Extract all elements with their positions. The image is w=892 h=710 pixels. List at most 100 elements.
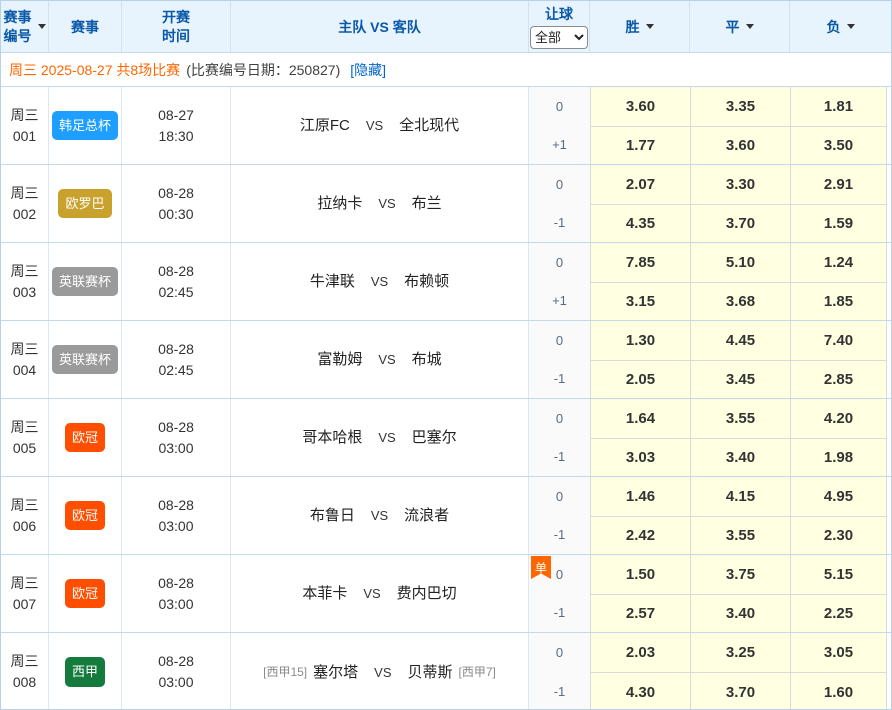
odds-lose-row1[interactable]: 1.81	[790, 87, 887, 126]
handicap-value: 0	[556, 645, 563, 660]
odds-draw-row1[interactable]: 3.30	[690, 165, 790, 204]
odds-draw-row2[interactable]: 3.40	[690, 594, 790, 633]
odds-lose-row2[interactable]: 2.25	[790, 594, 887, 633]
column-header-win[interactable]: 胜	[590, 1, 690, 52]
teams-cell: 拉纳卡 VS 布兰	[231, 165, 529, 242]
odds-win-row2[interactable]: 2.05	[590, 360, 690, 399]
odds-lose-row1[interactable]: 5.15	[790, 555, 887, 594]
column-header-lose[interactable]: 负	[790, 1, 891, 52]
column-header-league: 赛事	[49, 1, 122, 52]
odds-lose-row1[interactable]: 4.95	[790, 477, 887, 516]
match-number: 008	[13, 672, 36, 693]
handicap-value: 0	[556, 411, 563, 426]
odds-win-row2[interactable]: 3.15	[590, 282, 690, 321]
odds-draw-row2[interactable]: 3.68	[690, 282, 790, 321]
handicap-cell-row2: -1	[529, 438, 590, 477]
handicap-value: -1	[554, 371, 566, 386]
odds-draw-row1[interactable]: 3.75	[690, 555, 790, 594]
odds-win-row1[interactable]: 1.64	[590, 399, 690, 438]
home-team: 塞尔塔	[313, 665, 358, 680]
time-header-label: 开赛 时间	[162, 8, 190, 46]
odds-draw-row1[interactable]: 3.55	[690, 399, 790, 438]
column-header-draw[interactable]: 平	[690, 1, 790, 52]
odds-lose-row1[interactable]: 3.05	[790, 633, 887, 672]
match-id-cell: 周三 003	[1, 243, 49, 320]
odds-draw-row1[interactable]: 3.35	[690, 87, 790, 126]
handicap-cell-row1: 单 0	[529, 555, 590, 594]
odds-win-row2[interactable]: 4.30	[590, 672, 690, 710]
odds-lose-row2[interactable]: 3.50	[790, 126, 887, 165]
odds-draw-row1[interactable]: 4.15	[690, 477, 790, 516]
day-group-meta-text: (比赛编号日期：250827)	[186, 60, 340, 80]
match-weekday: 周三	[11, 495, 39, 516]
win-sort-arrow-icon[interactable]	[646, 24, 654, 29]
handicap-header-label: 让球	[545, 4, 573, 24]
odds-draw-row2[interactable]: 3.60	[690, 126, 790, 165]
match-row: 周三 002 欧罗巴 08-28 00:30 拉纳卡 VS 布兰 0 -1 2.…	[1, 165, 891, 243]
odds-lose-row2[interactable]: 2.30	[790, 516, 887, 555]
odds-lose-row2[interactable]: 1.85	[790, 282, 887, 321]
odds-draw-row2[interactable]: 3.55	[690, 516, 790, 555]
odds-draw-row2[interactable]: 3.70	[690, 204, 790, 243]
lose-sort-arrow-icon[interactable]	[847, 24, 855, 29]
odds-win-row2[interactable]: 2.57	[590, 594, 690, 633]
odds-win-row1[interactable]: 1.50	[590, 555, 690, 594]
kickoff-cell: 08-28 03:00	[122, 633, 231, 710]
column-header-match-number[interactable]: 赛事 编号	[1, 1, 49, 52]
handicap-value: 0	[556, 333, 563, 348]
odds-win-row1[interactable]: 3.60	[590, 87, 690, 126]
away-team: 布赖顿	[404, 274, 449, 289]
odds-win-row2[interactable]: 2.42	[590, 516, 690, 555]
odds-win-row1[interactable]: 1.46	[590, 477, 690, 516]
draw-sort-arrow-icon[interactable]	[746, 24, 754, 29]
handicap-value: -1	[554, 215, 566, 230]
column-header-teams: 主队 VS 客队	[231, 1, 529, 52]
match-time: 03:00	[158, 672, 193, 693]
odds-draw-row2[interactable]: 3.40	[690, 438, 790, 477]
odds-win-row2[interactable]: 1.77	[590, 126, 690, 165]
odds-draw-row2[interactable]: 3.45	[690, 360, 790, 399]
odds-lose-row2[interactable]: 2.85	[790, 360, 887, 399]
odds-win-row1[interactable]: 7.85	[590, 243, 690, 282]
home-team: 布鲁日	[310, 508, 355, 523]
match-number-header-label: 赛事 编号	[4, 8, 32, 46]
odds-lose-row1[interactable]: 4.20	[790, 399, 887, 438]
odds-lose-row1[interactable]: 2.91	[790, 165, 887, 204]
match-number: 002	[13, 204, 36, 225]
odds-lose-row2[interactable]: 1.98	[790, 438, 887, 477]
odds-win-row1[interactable]: 2.07	[590, 165, 690, 204]
handicap-value: +1	[552, 137, 567, 152]
league-badge: 欧罗巴	[58, 189, 111, 219]
odds-win-row1[interactable]: 1.30	[590, 321, 690, 360]
odds-lose-row2[interactable]: 1.60	[790, 672, 887, 710]
win-header-label: 胜	[626, 17, 640, 37]
match-row: 周三 004 英联赛杯 08-28 02:45 富勒姆 VS 布城 0 -1 1…	[1, 321, 891, 399]
match-number: 007	[13, 594, 36, 615]
odds-win-row2[interactable]: 3.03	[590, 438, 690, 477]
vs-label: VS	[378, 431, 395, 444]
odds-win-row2[interactable]: 4.35	[590, 204, 690, 243]
odds-lose-row2[interactable]: 1.59	[790, 204, 887, 243]
odds-draw-row1[interactable]: 5.10	[690, 243, 790, 282]
vs-label: VS	[378, 353, 395, 366]
handicap-value: 0	[556, 567, 563, 582]
hide-day-group-link[interactable]: [隐藏]	[350, 60, 386, 80]
home-rank-label: [西甲15]	[263, 666, 307, 678]
kickoff-cell: 08-28 02:45	[122, 243, 231, 320]
handicap-cell-row2: +1	[529, 126, 590, 165]
handicap-filter-select[interactable]: 全部	[530, 26, 588, 49]
match-row: 周三 006 欧冠 08-28 03:00 布鲁日 VS 流浪者 0 -1 1.…	[1, 477, 891, 555]
odds-draw-row1[interactable]: 3.25	[690, 633, 790, 672]
odds-lose-row1[interactable]: 7.40	[790, 321, 887, 360]
match-time: 03:00	[158, 594, 193, 615]
odds-win-row1[interactable]: 2.03	[590, 633, 690, 672]
odds-lose-row1[interactable]: 1.24	[790, 243, 887, 282]
league-badge: 英联赛杯	[52, 267, 118, 297]
match-date: 08-28	[158, 651, 194, 672]
handicap-value: -1	[554, 684, 566, 699]
sort-arrow-icon[interactable]	[38, 24, 46, 29]
league-badge: 欧冠	[65, 423, 105, 453]
odds-draw-row1[interactable]: 4.45	[690, 321, 790, 360]
time-header-line2: 时间	[162, 27, 190, 46]
odds-draw-row2[interactable]: 3.70	[690, 672, 790, 710]
